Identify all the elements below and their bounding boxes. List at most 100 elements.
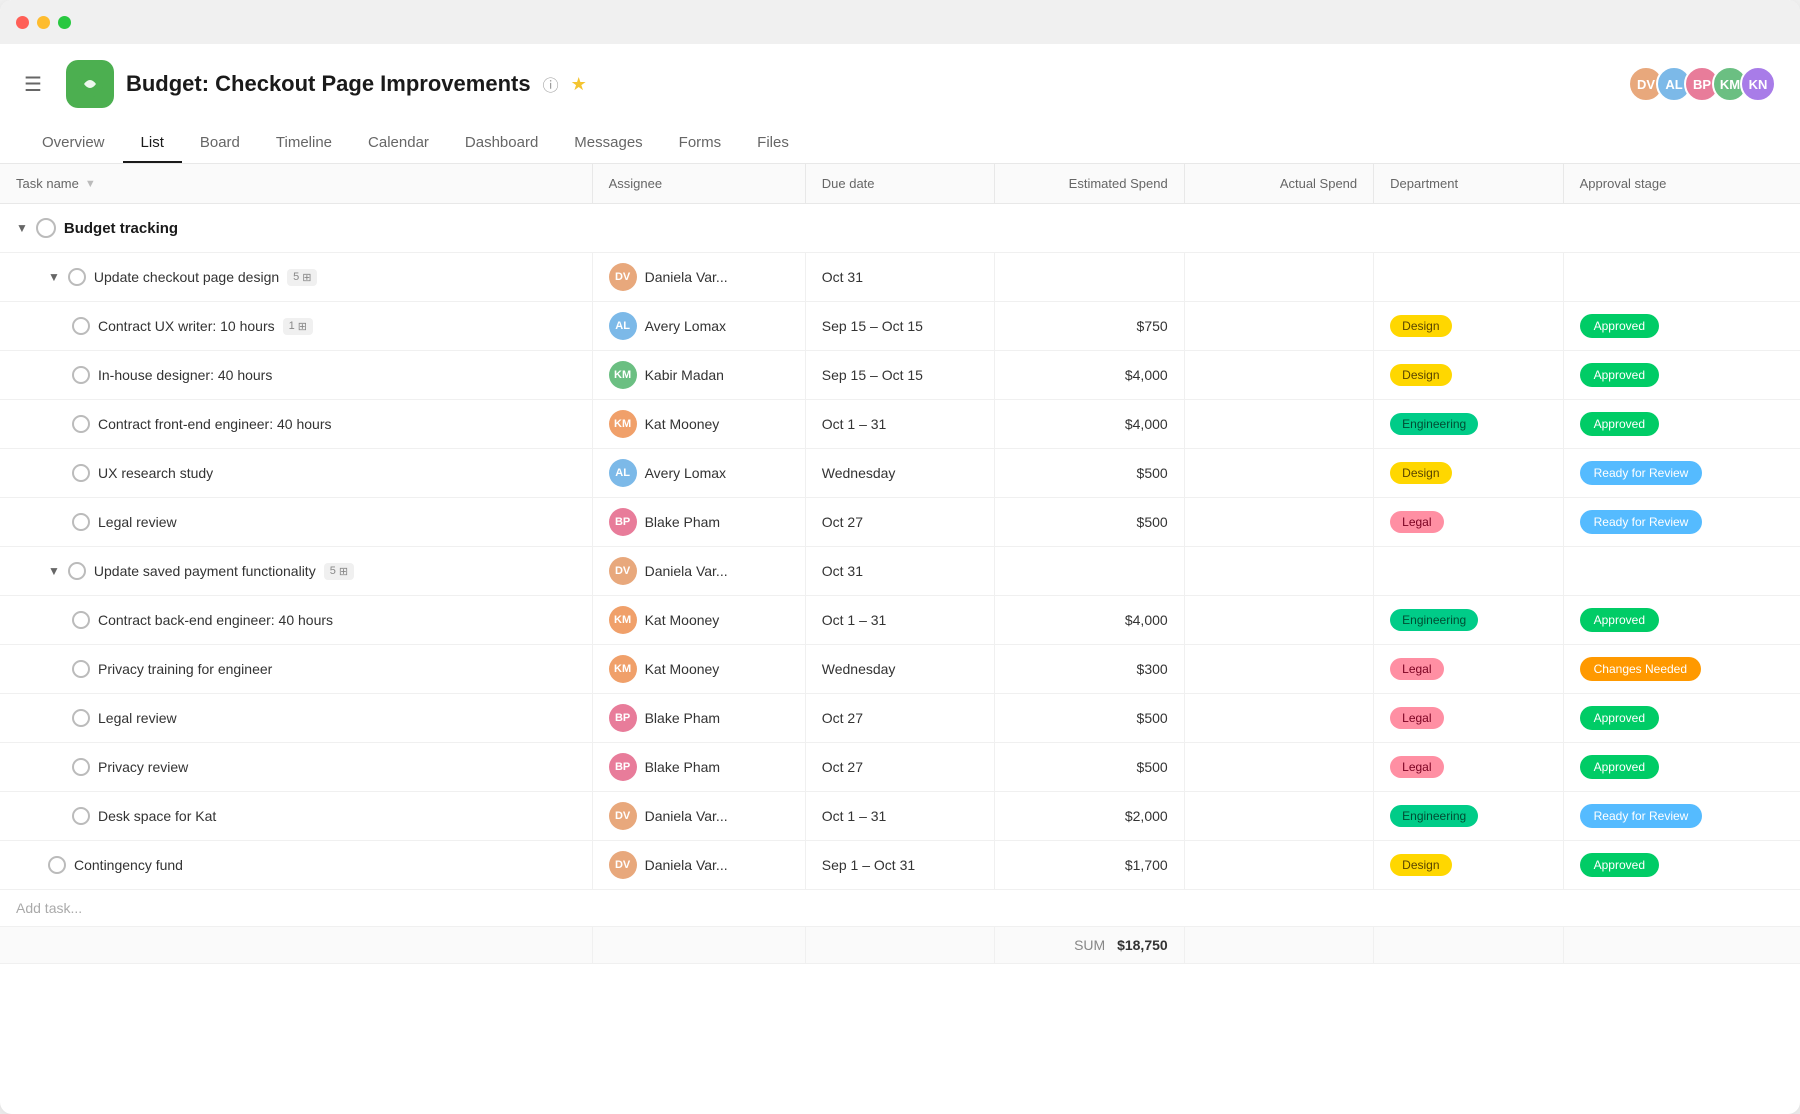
task-complete-icon[interactable] bbox=[72, 415, 90, 433]
table-row[interactable]: Contingency fund DV Daniela Var... Sep 1… bbox=[0, 841, 1800, 890]
th-due-date[interactable]: Due date bbox=[805, 164, 994, 204]
table-row[interactable]: Privacy training for engineer KM Kat Moo… bbox=[0, 645, 1800, 694]
th-estimated-spend[interactable]: Estimated Spend bbox=[995, 164, 1184, 204]
table-container: Task name ▼ Assignee Due date Estimated … bbox=[0, 164, 1800, 964]
estimated-spend: $2,000 bbox=[995, 792, 1184, 841]
assignee-name: Blake Pham bbox=[645, 759, 720, 775]
due-date: Sep 15 – Oct 15 bbox=[805, 351, 994, 400]
due-date: Oct 1 – 31 bbox=[805, 792, 994, 841]
maximize-button[interactable] bbox=[58, 16, 71, 29]
approval-stage: Approved bbox=[1563, 400, 1800, 449]
table-row[interactable]: Legal review BP Blake Pham Oct 27 $500 L… bbox=[0, 694, 1800, 743]
collapse-icon[interactable]: ▼ bbox=[48, 564, 60, 578]
hamburger-icon[interactable]: ☰ bbox=[24, 72, 42, 97]
tab-overview[interactable]: Overview bbox=[24, 124, 123, 163]
th-actual-spend[interactable]: Actual Spend bbox=[1184, 164, 1373, 204]
collapse-icon[interactable]: ▼ bbox=[16, 221, 28, 235]
assignee-name: Daniela Var... bbox=[645, 563, 728, 579]
subtask-badge: 5 ⊞ bbox=[324, 563, 354, 580]
assignee-avatar: BP bbox=[609, 704, 637, 732]
star-icon[interactable]: ★ bbox=[571, 74, 587, 95]
th-task-name[interactable]: Task name ▼ bbox=[0, 164, 592, 204]
add-task-label[interactable]: Add task... bbox=[16, 900, 82, 916]
department: Legal bbox=[1374, 743, 1563, 792]
subtask-badge: 5 ⊞ bbox=[287, 269, 317, 286]
actual-spend bbox=[1184, 596, 1373, 645]
task-complete-icon[interactable] bbox=[72, 464, 90, 482]
table-row[interactable]: Contract UX writer: 10 hours 1 ⊞ AL Aver… bbox=[0, 302, 1800, 351]
estimated-spend: $500 bbox=[995, 694, 1184, 743]
estimated-spend: $1,700 bbox=[995, 841, 1184, 890]
section-label: Budget tracking bbox=[64, 220, 178, 237]
estimated-spend: $4,000 bbox=[995, 351, 1184, 400]
tab-files[interactable]: Files bbox=[739, 124, 807, 163]
table-row[interactable]: Privacy review BP Blake Pham Oct 27 $500… bbox=[0, 743, 1800, 792]
assignee-avatar: DV bbox=[609, 263, 637, 291]
estimated-spend bbox=[995, 547, 1184, 596]
assignee-avatar: DV bbox=[609, 851, 637, 879]
assignee-avatar: DV bbox=[609, 802, 637, 830]
table-row[interactable]: Contract front-end engineer: 40 hours KM… bbox=[0, 400, 1800, 449]
tab-board[interactable]: Board bbox=[182, 124, 258, 163]
table-row[interactable]: Desk space for Kat DV Daniela Var... Oct… bbox=[0, 792, 1800, 841]
table-row[interactable]: In-house designer: 40 hours KM Kabir Mad… bbox=[0, 351, 1800, 400]
approval-stage: Ready for Review bbox=[1563, 498, 1800, 547]
table-row[interactable]: ▼ Update saved payment functionality 5 ⊞… bbox=[0, 547, 1800, 596]
table-row[interactable]: Contract back-end engineer: 40 hours KM … bbox=[0, 596, 1800, 645]
department: Engineering bbox=[1374, 792, 1563, 841]
actual-spend bbox=[1184, 792, 1373, 841]
task-complete-icon[interactable] bbox=[72, 709, 90, 727]
task-name: Contract back-end engineer: 40 hours bbox=[98, 612, 333, 628]
tab-dashboard[interactable]: Dashboard bbox=[447, 124, 556, 163]
app-icon bbox=[66, 60, 114, 108]
task-complete-icon[interactable] bbox=[72, 366, 90, 384]
collapse-icon[interactable]: ▼ bbox=[48, 270, 60, 284]
department-badge: Design bbox=[1390, 462, 1451, 484]
tab-list[interactable]: List bbox=[123, 124, 182, 163]
department-badge: Legal bbox=[1390, 658, 1443, 680]
tab-calendar[interactable]: Calendar bbox=[350, 124, 447, 163]
task-complete-icon[interactable] bbox=[72, 758, 90, 776]
estimated-spend: $4,000 bbox=[995, 596, 1184, 645]
info-icon[interactable]: ⓘ bbox=[543, 72, 559, 96]
actual-spend bbox=[1184, 645, 1373, 694]
avatar: KN bbox=[1740, 66, 1776, 102]
add-task-row[interactable]: Add task... bbox=[0, 890, 1800, 927]
task-complete-icon[interactable] bbox=[72, 611, 90, 629]
close-button[interactable] bbox=[16, 16, 29, 29]
assignee-avatar: AL bbox=[609, 459, 637, 487]
actual-spend bbox=[1184, 253, 1373, 302]
task-complete-icon[interactable] bbox=[68, 268, 86, 286]
task-complete-icon[interactable] bbox=[48, 856, 66, 874]
th-approval-stage[interactable]: Approval stage bbox=[1563, 164, 1800, 204]
task-complete-icon[interactable] bbox=[72, 513, 90, 531]
table-row[interactable]: ▼ Update checkout page design 5 ⊞ DV bbox=[0, 253, 1800, 302]
task-complete-icon[interactable] bbox=[72, 807, 90, 825]
assignee-avatar: AL bbox=[609, 312, 637, 340]
due-date: Sep 15 – Oct 15 bbox=[805, 302, 994, 351]
section-budget-tracking: ▼ Budget tracking bbox=[0, 204, 1800, 253]
tab-forms[interactable]: Forms bbox=[661, 124, 740, 163]
table-row[interactable]: Legal review BP Blake Pham Oct 27 $500 L… bbox=[0, 498, 1800, 547]
due-date: Oct 27 bbox=[805, 743, 994, 792]
assignee-name: Kat Mooney bbox=[645, 661, 720, 677]
task-complete-icon[interactable] bbox=[72, 660, 90, 678]
th-assignee[interactable]: Assignee bbox=[592, 164, 805, 204]
assignee-avatar: DV bbox=[609, 557, 637, 585]
tab-messages[interactable]: Messages bbox=[556, 124, 660, 163]
th-department[interactable]: Department bbox=[1374, 164, 1563, 204]
task-name: Desk space for Kat bbox=[98, 808, 216, 824]
table-row[interactable]: UX research study AL Avery Lomax Wednesd… bbox=[0, 449, 1800, 498]
assignee-name: Blake Pham bbox=[645, 514, 720, 530]
task-complete-icon[interactable] bbox=[72, 317, 90, 335]
assignee-avatar: KM bbox=[609, 410, 637, 438]
department-badge: Design bbox=[1390, 854, 1451, 876]
minimize-button[interactable] bbox=[37, 16, 50, 29]
tab-timeline[interactable]: Timeline bbox=[258, 124, 350, 163]
approval-stage: Approved bbox=[1563, 743, 1800, 792]
actual-spend bbox=[1184, 400, 1373, 449]
task-complete-icon[interactable] bbox=[68, 562, 86, 580]
due-date: Oct 31 bbox=[805, 253, 994, 302]
actual-spend bbox=[1184, 743, 1373, 792]
assignee-name: Kabir Madan bbox=[645, 367, 724, 383]
